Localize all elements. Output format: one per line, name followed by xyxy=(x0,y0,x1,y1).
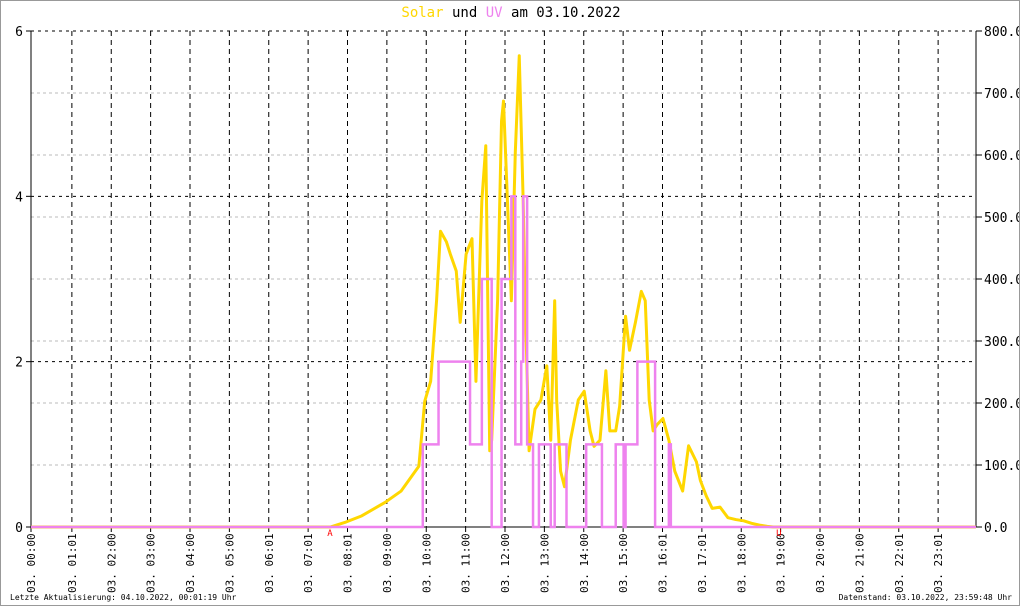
right-axis-tick-label: 500.0 xyxy=(984,211,1020,226)
left-axis-tick-label: 6 xyxy=(15,25,23,40)
x-axis-tick-label: 03. 10:00 xyxy=(420,533,433,593)
right-axis-tick-label: 300.0 xyxy=(984,335,1020,350)
x-axis-tick-label: 03. 21:00 xyxy=(853,533,866,593)
x-axis-tick-label: 03. 12:00 xyxy=(499,533,512,593)
data-status-text: Datenstand: 03.10.2022, 23:59:48 Uhr xyxy=(838,593,1012,602)
x-axis-tick-label: 03. 09:00 xyxy=(381,533,394,593)
x-axis-tick-label: 03. 08:01 xyxy=(342,533,355,593)
x-axis-tick-label: 03. 15:00 xyxy=(617,533,630,593)
right-axis-tick-label: 100.0 xyxy=(984,459,1020,474)
left-axis-tick-label: 0 xyxy=(15,521,23,536)
event-marker: A xyxy=(327,529,333,539)
x-axis-tick-label: 03. 01:01 xyxy=(66,533,79,593)
x-axis-tick-label: 03. 20:00 xyxy=(814,533,827,593)
x-axis-tick-label: 03. 06:01 xyxy=(263,533,276,593)
x-axis-tick-label: 03. 19:00 xyxy=(775,533,788,593)
right-axis-tick-label: 700.0 xyxy=(984,87,1020,102)
x-axis-tick-label: 03. 22:01 xyxy=(893,533,906,593)
x-axis-tick-label: 03. 05:00 xyxy=(223,533,236,593)
x-axis-tick-label: 03. 00:00 xyxy=(25,533,38,593)
left-axis-tick-label: 4 xyxy=(15,190,23,205)
x-axis-tick-label: 03. 18:00 xyxy=(735,533,748,593)
right-axis-tick-label: 800.0 xyxy=(984,25,1020,40)
right-axis-tick-label: 400.0 xyxy=(984,273,1020,288)
x-axis-tick-label: 03. 23:01 xyxy=(932,533,945,593)
x-axis-tick-label: 03. 14:00 xyxy=(578,533,591,593)
right-axis-tick-label: 0.0 xyxy=(984,521,1007,536)
x-axis-tick-label: 03. 17:01 xyxy=(696,533,709,593)
event-marker: U xyxy=(776,529,781,539)
x-axis-tick-label: 03. 11:00 xyxy=(460,533,473,593)
right-axis-tick-label: 600.0 xyxy=(984,149,1020,164)
chart-plot: 0.0 100.0 200.0 300.0 400.0 500.0 600.0 700.0 80… xyxy=(15,25,1020,593)
x-axis-tick-label: 03. 02:00 xyxy=(105,533,118,593)
solar-series-line xyxy=(31,54,976,529)
last-update-text: Letzte Aktualisierung: 04.10.2022, 00:01… xyxy=(10,593,237,602)
left-axis-tick-label: 2 xyxy=(15,356,23,371)
right-axis-tick-label: 200.0 xyxy=(984,397,1020,412)
x-axis-tick-label: 03. 03:00 xyxy=(145,533,158,593)
x-axis-tick-label: 03. 04:00 xyxy=(184,533,197,593)
x-axis-tick-label: 03. 16:01 xyxy=(657,533,670,593)
x-axis-tick-label: 03. 07:01 xyxy=(302,533,315,593)
chart-window: Solar und UV am 03.10.2022 0.0 100.0 200.0… xyxy=(0,0,1020,606)
x-axis-tick-label: 03. 13:00 xyxy=(538,533,551,593)
